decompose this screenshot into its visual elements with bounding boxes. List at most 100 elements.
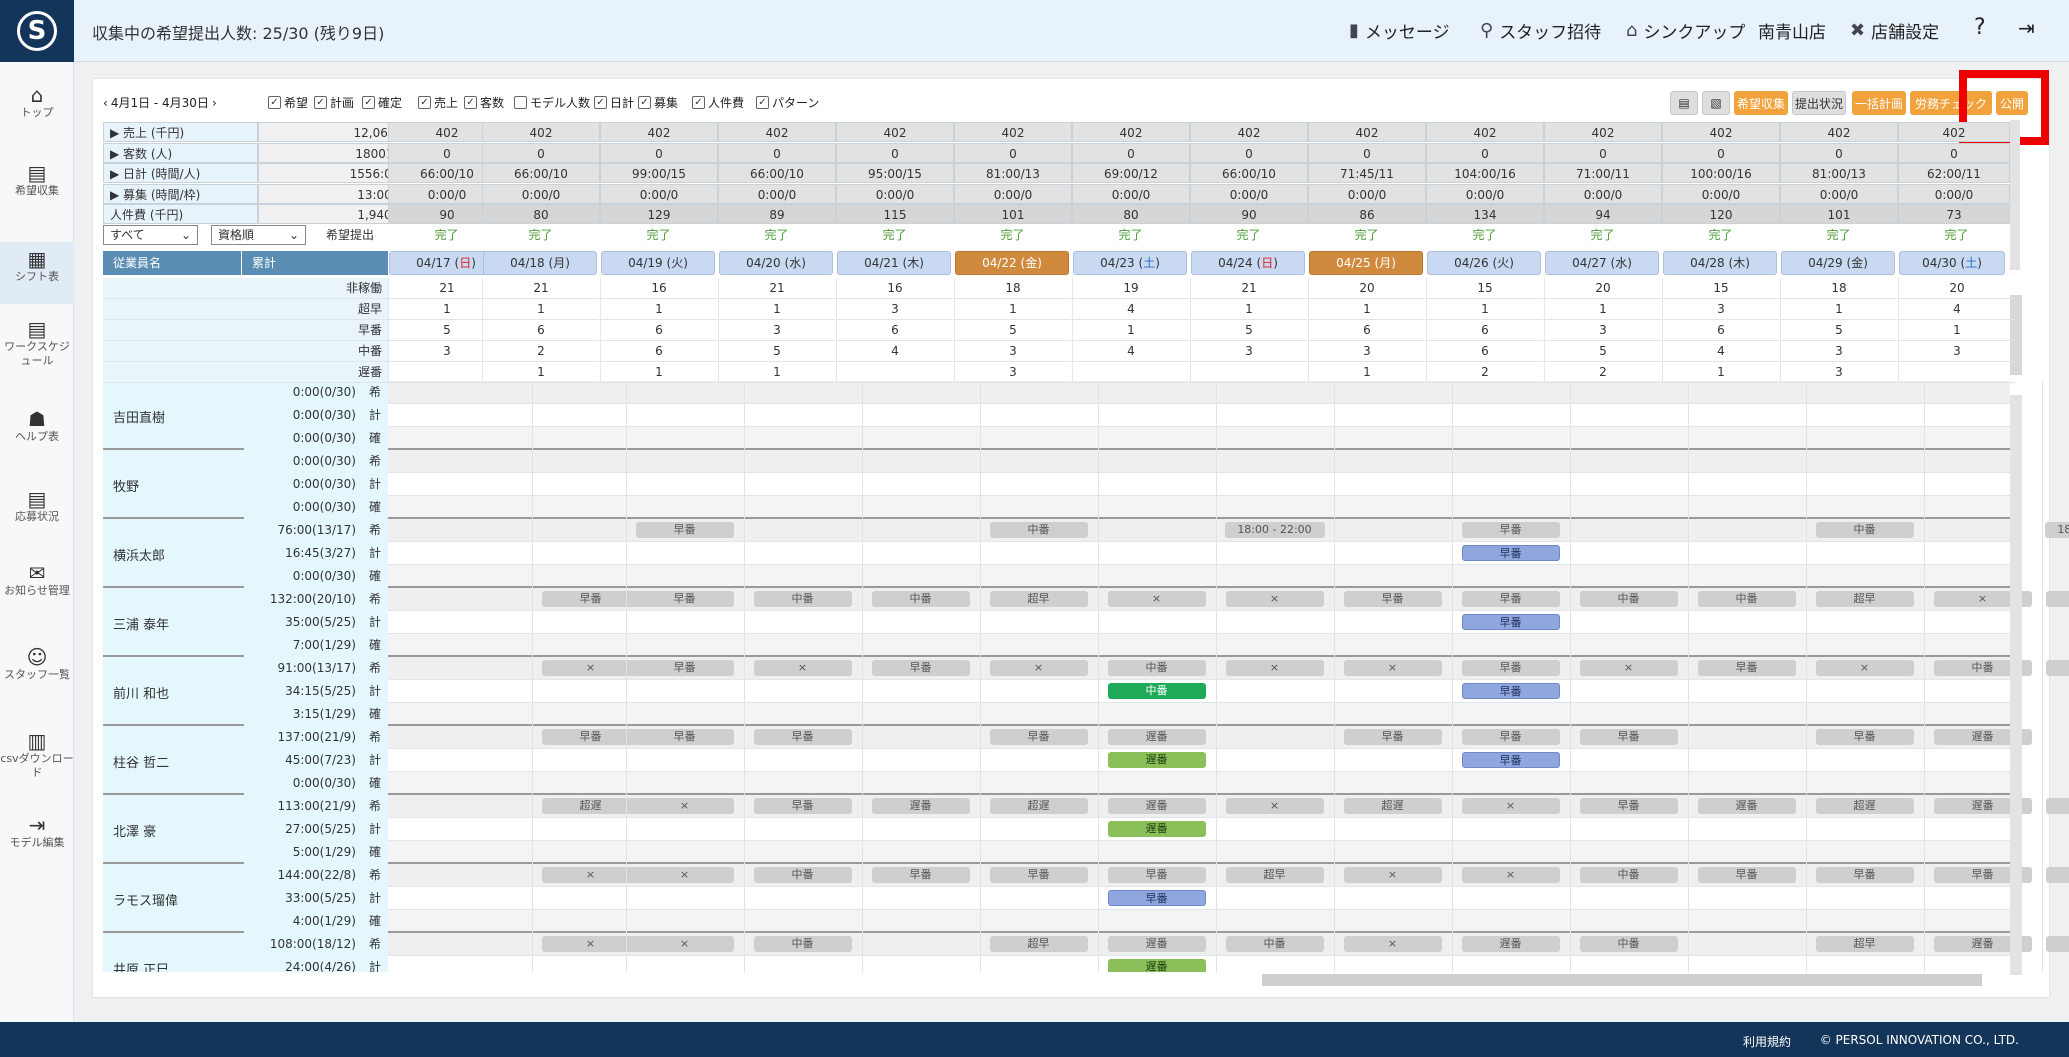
employee-name-cell[interactable]: 井原 正巳 [103,933,244,972]
shift-pill[interactable]: 早番 [541,591,640,607]
shift-pill[interactable]: 早番 [1343,591,1442,607]
shift-pill[interactable]: × [753,660,852,676]
shift-pill[interactable]: 中番 [1579,867,1678,883]
hope-collect-button[interactable]: 希望収集 [1734,91,1788,115]
shift-pill[interactable]: 中番 [753,591,852,607]
date-header-04/25[interactable]: 04/25 (月) [1309,251,1423,275]
employee-name-cell[interactable]: 横浜太郎 [103,519,244,588]
date-header-04/23[interactable]: 04/23 (土) [1073,251,1187,275]
shift-pill[interactable]: 超早 [1225,867,1324,883]
shift-pill[interactable]: 早番 [1815,729,1914,745]
shift-pill[interactable]: 早番 [541,729,640,745]
shift-pill[interactable]: 遅番 [1697,798,1796,814]
shift-pill[interactable]: 早番 [1107,867,1206,883]
checkbox-box[interactable] [514,96,527,109]
date-header-04/22[interactable]: 04/22 (金) [955,251,1069,275]
shift-pill[interactable]: 早番 [1579,729,1678,745]
submit-status-button[interactable]: 提出状況 [1792,91,1846,115]
employee-name-cell[interactable]: 三浦 泰年 [103,588,244,657]
date-header-04/21[interactable]: 04/21 (木) [837,251,951,275]
checkbox-box[interactable]: ✓ [464,96,477,109]
date-header-04/19[interactable]: 04/19 (火) [601,251,715,275]
summary-label[interactable]: ▶ 募集 (時間/枠) [103,183,258,204]
horizontal-scrollbar[interactable] [1262,974,1982,986]
shift-pill[interactable]: 遅番 [1107,729,1206,745]
syncup-link[interactable]: ⌂ シンクアップ [1626,18,1745,43]
shift-pill[interactable]: × [1225,660,1324,676]
shift-pill[interactable]: 超早 [989,591,1088,607]
shift-pill[interactable]: 超遅 [1815,798,1914,814]
shift-pill[interactable]: × [635,936,734,952]
shift-pill[interactable]: × [1815,660,1914,676]
prev-chevron-icon[interactable]: ‹ [103,96,108,110]
shift-pill[interactable]: 超遅 [989,798,1088,814]
summary-scrollbar[interactable] [2010,120,2020,270]
shift-pill[interactable]: 早番 [989,867,1088,883]
shift-pill[interactable]: × [2045,798,2069,814]
shift-pill[interactable]: 超早 [989,936,1088,952]
checkbox-7[interactable]: ✓ 募集 [638,94,678,111]
checkbox-5[interactable]: モデル人数 [514,94,590,111]
date-header-04/26[interactable]: 04/26 (火) [1427,251,1541,275]
shift-pill[interactable]: × [1461,867,1560,883]
checkbox-1[interactable]: ✓ 計画 [314,94,354,111]
shift-pill[interactable]: 早番 [1461,614,1560,630]
shift-pill[interactable]: 早番 [635,591,734,607]
shift-pill[interactable]: 早番 [1579,798,1678,814]
shift-pill[interactable]: 中番 [1815,522,1914,538]
shift-pill[interactable]: × [635,798,734,814]
grid-scrollbar[interactable] [2010,395,2022,975]
checkbox-6[interactable]: ✓ 日計 [594,94,634,111]
shift-pill[interactable]: × [541,660,640,676]
shift-pill[interactable]: × [1343,936,1442,952]
checkbox-box[interactable]: ✓ [362,96,375,109]
checkbox-box[interactable]: ✓ [638,96,651,109]
shift-pill[interactable]: 中番 [753,867,852,883]
sidebar-item-1[interactable]: ▤ 希望収集 [0,163,74,220]
shift-pill[interactable]: × [1343,867,1442,883]
checkbox-4[interactable]: ✓ 客数 [464,94,504,111]
sidebar-item-3[interactable]: ▤ ワークスケジュール [0,319,74,376]
summary-label[interactable]: ▶ 客数 (人) [103,142,258,163]
summary-label[interactable]: ▶ 売上 (千円) [103,122,258,142]
shift-pill[interactable]: 早番 [1697,867,1796,883]
date-header-04/24[interactable]: 04/24 (日) [1191,251,1305,275]
employee-name-cell[interactable]: 柱谷 哲二 [103,726,244,795]
shift-pill[interactable]: 早番 [1461,545,1560,561]
checkbox-box[interactable]: ✓ [314,96,327,109]
shift-pill[interactable]: 遅番 [1107,936,1206,952]
date-header-04/29[interactable]: 04/29 (金) [1781,251,1895,275]
shift-pill[interactable]: 早番 [635,660,734,676]
shift-pill[interactable]: 中番 [753,936,852,952]
employee-name-cell[interactable]: 牧野 [103,450,244,519]
shift-pill[interactable]: 早番 [1461,522,1560,538]
checkbox-2[interactable]: ✓ 確定 [362,94,402,111]
bulk-plan-button[interactable]: 一括計画 [1852,91,1906,115]
shift-pill[interactable]: 中番 [1579,591,1678,607]
shift-pill[interactable]: 遅番 [1461,936,1560,952]
shift-pill[interactable]: 早番 [635,729,734,745]
summary-label[interactable]: 人件費 (千円) [103,204,258,224]
checkbox-0[interactable]: ✓ 希望 [268,94,308,111]
employee-name-cell[interactable]: 吉田直樹 [103,381,244,450]
shift-pill[interactable]: 早番 [1461,683,1560,699]
export-icon[interactable]: ▧ [1702,91,1730,115]
shift-pill[interactable]: 早番 [635,522,734,538]
date-header-04/28[interactable]: 04/28 (木) [1663,251,1777,275]
help-button[interactable]: ? [1974,15,1986,40]
shift-pill[interactable]: × [1579,660,1678,676]
employee-name-cell[interactable]: 前川 和也 [103,657,244,726]
checkbox-box[interactable]: ✓ [268,96,281,109]
shift-pill[interactable]: 遅番 [1107,821,1206,837]
checkbox-box[interactable]: ✓ [418,96,431,109]
shift-pill[interactable]: 遅番 [1107,959,1206,972]
staff-invite-link[interactable]: ⚲ スタッフ招待 [1480,18,1601,43]
shift-pill[interactable]: 早番 [1107,890,1206,906]
app-logo[interactable]: S [0,0,74,62]
shift-pill[interactable]: 中番 [871,591,970,607]
shift-pill[interactable]: 中番 [1579,936,1678,952]
shift-pill[interactable]: 中番 [1107,683,1206,699]
shift-pill[interactable]: × [541,936,640,952]
shift-pill[interactable]: 早番 [1697,660,1796,676]
shift-pill[interactable]: 18:00 - 22:00 [1224,522,1325,538]
